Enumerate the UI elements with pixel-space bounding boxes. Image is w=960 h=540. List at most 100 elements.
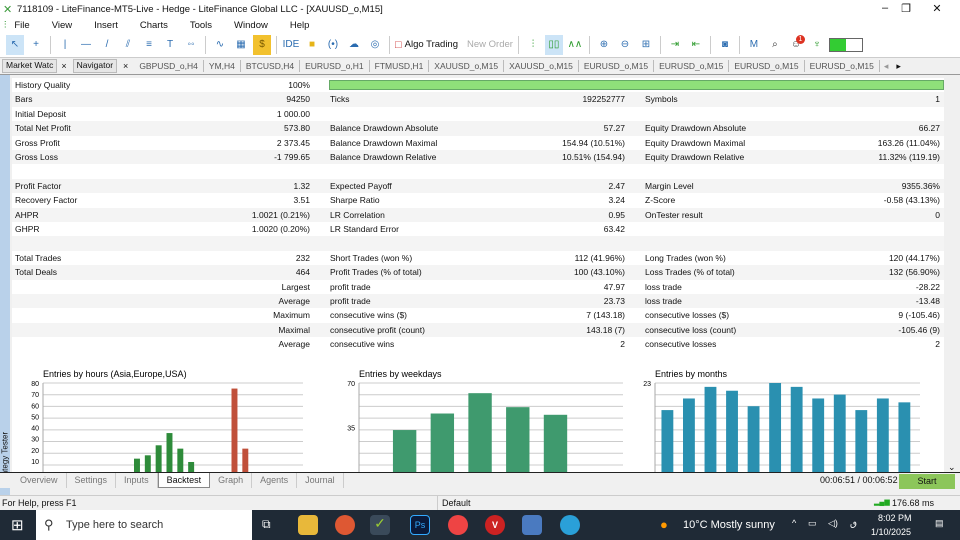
start-button[interactable]: Start <box>899 474 955 489</box>
language-indicator[interactable]: ٯ <box>850 518 857 529</box>
tray-chevron-icon[interactable]: ^ <box>792 518 796 528</box>
weather-text[interactable]: 10°C Mostly sunny <box>683 519 775 531</box>
menu-tools[interactable]: Tools <box>190 20 212 31</box>
algo-trading-button[interactable]: Algo Trading <box>405 39 458 50</box>
zoom-out-icon[interactable]: ⊖ <box>616 35 634 55</box>
label: Balance Drawdown Absolute <box>330 123 439 134</box>
chart-tab[interactable]: EURUSD_o,M15 <box>805 60 880 72</box>
trendline-icon[interactable]: / <box>98 35 116 55</box>
shop-icon[interactable]: ■ <box>303 35 321 55</box>
chart-tab[interactable]: GBPUSD_o,H4 <box>134 60 204 72</box>
value: 1.32 <box>293 180 310 191</box>
templates-icon[interactable]: ▦ <box>232 35 250 55</box>
horizontal-line-icon[interactable]: — <box>77 35 95 55</box>
tab-agents[interactable]: Agents <box>252 473 298 488</box>
chart-icon: ⫶ <box>4 19 7 31</box>
menu-insert[interactable]: Insert <box>94 20 118 31</box>
chart-tab[interactable]: EURUSD_o,M15 <box>654 60 730 72</box>
bar-chart-icon[interactable]: ⫶ <box>524 35 542 55</box>
screenshot-icon[interactable]: ◙ <box>716 35 734 55</box>
fibonacci-icon[interactable]: ≡ <box>140 35 158 55</box>
volume-icon[interactable]: ◁) <box>828 518 838 529</box>
tab-journal[interactable]: Journal <box>297 473 344 488</box>
menu-window[interactable]: Window <box>234 20 268 31</box>
ide-button[interactable]: IDE <box>282 35 300 55</box>
menu-file[interactable]: File <box>14 20 29 31</box>
menu-help[interactable]: Help <box>290 20 310 31</box>
file-explorer-icon[interactable] <box>298 515 318 535</box>
chart-shift-icon[interactable]: ⇤ <box>687 35 705 55</box>
radar-icon[interactable]: ◎ <box>366 35 384 55</box>
market-icon[interactable]: $ <box>253 34 271 55</box>
close-icon[interactable]: × <box>61 61 66 71</box>
value: -105.46 (9) <box>898 324 940 335</box>
chrome-icon[interactable] <box>448 515 468 535</box>
chart-tab[interactable]: EURUSD_o,H1 <box>300 60 370 72</box>
value: 2 <box>935 339 940 350</box>
search-placeholder: Type here to search <box>66 519 164 531</box>
menu-charts[interactable]: Charts <box>140 20 168 31</box>
tab-navigator[interactable]: Navigator <box>72 59 118 73</box>
menu-view[interactable]: View <box>52 20 72 31</box>
vertical-line-icon[interactable]: | <box>56 35 74 55</box>
label: Recovery Factor <box>15 195 78 206</box>
toolbar: ↖ + | — / ⫽ ≡ T ◦◦ ∿ ▦ $ IDE ■ (•) ☁ ◎ □… <box>0 32 960 58</box>
scroll-left-icon[interactable]: ◂ <box>884 61 889 72</box>
tile-windows-icon[interactable]: ⊞ <box>637 35 655 55</box>
value: 143.18 (7) <box>586 324 625 335</box>
tab-market-watch[interactable]: Market Watc <box>2 59 58 73</box>
chart-tab[interactable]: EURUSD_o,M15 <box>579 60 655 72</box>
vivaldi-icon[interactable]: V <box>485 515 505 535</box>
network-icon[interactable]: ▭ <box>808 518 817 529</box>
shapes-icon[interactable]: ◦◦ <box>182 35 200 55</box>
candlestick-icon[interactable]: ▯▯ <box>544 34 563 55</box>
taskbar-search[interactable]: ⚲ Type here to search <box>36 510 252 540</box>
chart-tab[interactable]: FTMUSD,H1 <box>370 60 430 72</box>
notifications-icon[interactable]: ☺ 1 <box>787 34 805 55</box>
chart-tab[interactable]: EURUSD_o,M15 <box>729 60 805 72</box>
signals-icon[interactable]: (•) <box>324 35 342 55</box>
bar <box>506 407 530 472</box>
chart-tab[interactable]: BTCUSD,H4 <box>241 60 301 72</box>
autoscroll-icon[interactable]: ⇥ <box>666 35 684 55</box>
indicators-icon[interactable]: ∿ <box>211 35 229 55</box>
level-icon[interactable]: ♆ <box>808 35 826 55</box>
chart-tab[interactable]: YM,H4 <box>204 60 241 72</box>
channel-icon[interactable]: ⫽ <box>119 35 137 55</box>
algo-trading-icon: □ <box>395 38 402 51</box>
close-button[interactable]: ✕ <box>922 2 952 15</box>
tab-graph[interactable]: Graph <box>210 473 253 488</box>
cursor-icon[interactable]: ↖ <box>6 34 24 55</box>
tab-inputs[interactable]: Inputs <box>116 473 158 488</box>
telegram-icon[interactable] <box>560 515 580 535</box>
zoom-in-icon[interactable]: ⊕ <box>595 35 613 55</box>
chart-tab[interactable]: XAUUSD_o,M15 <box>504 60 579 72</box>
tab-backtest[interactable]: Backtest <box>157 473 211 488</box>
windows-start-icon[interactable]: ⊞ <box>11 516 24 534</box>
crosshair-icon[interactable]: + <box>27 35 45 55</box>
notifications-center-icon[interactable]: ▤ <box>935 518 944 529</box>
bar <box>661 410 674 472</box>
chart-tab[interactable]: XAUUSD_o,M15 <box>429 60 505 72</box>
remote-desktop-icon[interactable] <box>522 515 542 535</box>
mql5-button[interactable]: M <box>745 35 763 55</box>
scroll-right-icon[interactable]: ▸ <box>896 61 901 72</box>
vps-icon[interactable]: ☁ <box>345 35 363 55</box>
new-order-button[interactable]: New Order <box>467 39 513 50</box>
search-icon[interactable]: ⌕ <box>766 35 784 55</box>
metatrader-icon[interactable]: ✓ <box>370 515 390 535</box>
clock-date[interactable]: 1/10/2025 <box>871 527 911 537</box>
y-tick-label: 50 <box>31 414 39 421</box>
text-icon[interactable]: T <box>161 35 179 55</box>
tab-overview[interactable]: Overview <box>12 473 67 488</box>
close-icon[interactable]: × <box>123 61 128 71</box>
maximize-button[interactable]: ❐ <box>891 2 921 15</box>
photoshop-icon[interactable]: Ps <box>410 515 430 535</box>
line-chart-icon[interactable]: ∧∧ <box>566 35 584 55</box>
value: 9355.36% <box>901 180 940 191</box>
duckduckgo-icon[interactable] <box>335 515 355 535</box>
value: 2 373.45 <box>276 137 310 148</box>
task-view-icon[interactable]: ⧉ <box>262 517 271 532</box>
clock-time[interactable]: 8:02 PM <box>878 513 912 523</box>
tab-settings[interactable]: Settings <box>67 473 117 488</box>
